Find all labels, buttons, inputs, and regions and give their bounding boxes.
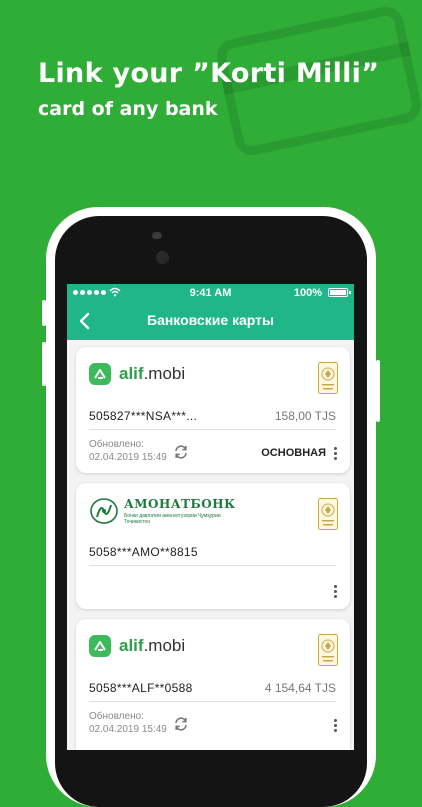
- updated-date: 02.04.2019 15:49: [89, 724, 167, 735]
- updated-label: Обновлено:: [89, 439, 144, 450]
- nav-bar: Банковские карты: [67, 302, 354, 340]
- alif-logo-brand: alif: [119, 364, 144, 383]
- app-screen: 9:41 AM 100% Банковские карты alif.mobi …: [67, 284, 354, 750]
- divider: [89, 565, 336, 566]
- battery-icon: [328, 288, 351, 297]
- refresh-icon[interactable]: [173, 444, 189, 460]
- card-balance: 158,00 TJS: [274, 409, 336, 423]
- card-number: 5058***AMO**8815: [89, 545, 198, 559]
- refresh-icon[interactable]: [173, 716, 189, 732]
- phone-volume-up-button: [42, 342, 46, 386]
- korti-milli-badge-icon: [318, 634, 338, 666]
- bank-card-alif-2[interactable]: alif.mobi 5058***ALF**0588 4 154,64 TJS …: [76, 619, 350, 750]
- divider: [89, 429, 336, 430]
- promo-headline: Link your ”Korti Milli”: [38, 58, 380, 89]
- card-number: 5058***ALF**0588: [89, 681, 193, 695]
- alif-logo-icon: [89, 635, 111, 657]
- primary-card-badge: ОСНОВНАЯ: [261, 447, 326, 459]
- updated-date: 02.04.2019 15:49: [89, 452, 167, 463]
- phone-mute-button: [42, 300, 46, 326]
- korti-milli-badge-icon: [318, 362, 338, 394]
- alif-logo-brand: alif: [119, 636, 144, 655]
- amonatbonk-logo: АМОНАТБОНК Бонки давлатии амонатгузории …: [89, 497, 236, 525]
- amonatbonk-subtitle: Бонки давлатии амонатгузории Ҷумҳурии То…: [124, 513, 221, 525]
- card-balance: 4 154,64 TJS: [264, 681, 336, 695]
- more-options-icon[interactable]: [334, 719, 338, 732]
- alif-logo: alif.mobi: [89, 363, 185, 385]
- bank-card-alif-1[interactable]: alif.mobi 505827***NSA***... 158,00 TJS …: [76, 347, 350, 473]
- alif-logo-icon: [89, 363, 111, 385]
- alif-logo: alif.mobi: [89, 635, 185, 657]
- page-title: Банковские карты: [147, 312, 274, 328]
- amonatbonk-emblem-icon: [90, 498, 118, 524]
- amonatbonk-name: АМОНАТБОНК: [124, 497, 236, 511]
- updated-label: Обновлено:: [89, 711, 144, 722]
- status-bar: 9:41 AM 100%: [67, 284, 354, 302]
- card-number: 505827***NSA***...: [89, 409, 198, 423]
- bank-card-amonatbonk[interactable]: АМОНАТБОНК Бонки давлатии амонатгузории …: [76, 483, 350, 609]
- korti-milli-badge-icon: [318, 498, 338, 530]
- promo-subheadline: card of any bank: [38, 98, 218, 120]
- alif-logo-suffix: .mobi: [143, 364, 186, 383]
- phone-power-button: [376, 360, 380, 422]
- more-options-icon[interactable]: [334, 447, 338, 460]
- alif-logo-suffix: .mobi: [143, 636, 186, 655]
- phone-speaker: [152, 232, 162, 239]
- battery-percentage: 100%: [293, 287, 322, 299]
- phone-camera: [156, 251, 169, 264]
- more-options-icon[interactable]: [334, 585, 338, 598]
- divider: [89, 701, 336, 702]
